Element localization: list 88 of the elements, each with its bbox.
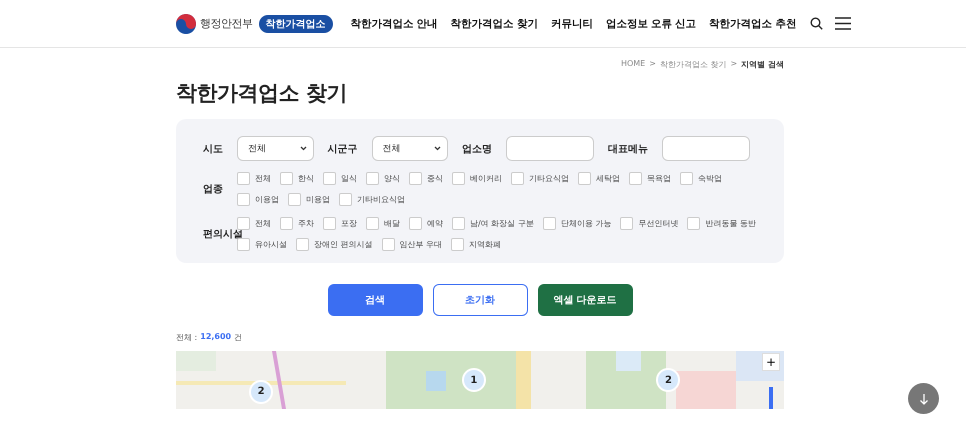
checkbox[interactable] <box>629 172 642 185</box>
checkbox[interactable] <box>288 193 301 206</box>
checkbox[interactable] <box>409 172 422 185</box>
nav-link[interactable]: 착한가격업소 추천 <box>709 16 796 30</box>
checkbox[interactable] <box>296 238 309 251</box>
checkbox[interactable] <box>323 172 336 185</box>
checkbox-label: 유아시설 <box>255 239 287 250</box>
checkbox[interactable] <box>366 172 379 185</box>
group-label: 업종 <box>203 183 224 196</box>
excel-download-button[interactable]: 엑셀 다운로드 <box>538 284 632 316</box>
chevron-icon <box>434 146 441 151</box>
breadcrumb-separator: > <box>730 59 738 70</box>
checkbox-label: 장애인 편의시설 <box>314 239 373 250</box>
checkbox[interactable] <box>237 238 250 251</box>
field-label: 대표메뉴 <box>608 142 648 156</box>
checkbox-label: 남/여 화장실 구분 <box>470 218 534 229</box>
checkbox-label: 기타비요식업 <box>357 194 405 205</box>
checkbox-label: 미용업 <box>306 194 330 205</box>
checkbox[interactable] <box>339 193 352 206</box>
checkbox-label: 반려동물 동반 <box>705 218 756 229</box>
checkbox-label: 숙박업 <box>698 173 722 184</box>
result-count: 12,600 <box>200 332 232 343</box>
checkbox-label: 전체 <box>255 173 271 184</box>
reset-button[interactable]: 초기화 <box>432 284 528 316</box>
checkbox[interactable] <box>409 217 422 230</box>
checkbox-label: 무선인터넷 <box>638 218 678 229</box>
select-field[interactable]: 전체 <box>372 136 448 161</box>
input-field[interactable] <box>662 136 750 161</box>
nav-link[interactable]: 착한가격업소 찾기 <box>450 16 538 30</box>
field-label: 시도 <box>203 142 223 156</box>
checkbox[interactable] <box>452 217 465 230</box>
breadcrumb-link[interactable]: 착한가격업소 찾기 <box>660 59 726 70</box>
checkbox[interactable] <box>451 238 464 251</box>
checkbox[interactable] <box>237 172 250 185</box>
checkbox[interactable] <box>680 172 693 185</box>
checkbox-label: 목욕업 <box>647 173 671 184</box>
checkbox-label: 일식 <box>341 173 357 184</box>
ministry-name: 행정안전부 <box>200 16 252 31</box>
input-field[interactable] <box>506 136 594 161</box>
count-unit: 건 <box>234 332 242 343</box>
breadcrumb-link[interactable]: 지역별 검색 <box>741 59 784 70</box>
checkbox-label: 중식 <box>427 173 443 184</box>
nav-link[interactable]: 착한가격업소 안내 <box>350 16 438 30</box>
chevron-icon <box>300 146 306 151</box>
menu-icon[interactable] <box>835 17 852 30</box>
checkbox[interactable] <box>323 217 336 230</box>
page-title: 착한가격업소 찾기 <box>176 80 348 107</box>
scroll-down-button[interactable] <box>908 383 939 414</box>
checkbox[interactable] <box>542 217 556 230</box>
checkbox-label: 세탁업 <box>596 173 620 184</box>
checkbox[interactable] <box>280 172 293 185</box>
zoom-in-button[interactable]: + <box>762 353 780 371</box>
checkbox[interactable] <box>237 217 250 230</box>
checkbox[interactable] <box>511 172 524 185</box>
breadcrumb-link[interactable]: HOME <box>620 59 646 70</box>
arrow-down-icon <box>918 392 928 404</box>
field-label: 업소명 <box>462 142 492 156</box>
checkbox[interactable] <box>687 217 700 230</box>
checkbox-label: 지역화폐 <box>469 239 502 250</box>
checkbox-label: 한식 <box>298 173 314 184</box>
checkbox-label: 전체 <box>255 218 271 229</box>
checkbox[interactable] <box>280 217 293 230</box>
search-button[interactable]: 검색 <box>328 284 422 316</box>
breadcrumb-separator: > <box>649 59 656 70</box>
checkbox[interactable] <box>366 217 379 230</box>
checkbox[interactable] <box>382 238 395 251</box>
checkbox-label: 양식 <box>384 173 400 184</box>
checkbox-label: 주차 <box>298 218 314 229</box>
checkbox[interactable] <box>578 172 591 185</box>
checkbox-label: 베이커리 <box>470 173 502 184</box>
select-field[interactable]: 전체 <box>237 136 314 161</box>
checkbox-label: 단체이용 가능 <box>560 218 612 229</box>
checkbox-label: 배달 <box>384 218 400 229</box>
nav-link[interactable]: 커뮤니티 <box>550 16 593 30</box>
field-label: 시군구 <box>328 142 358 156</box>
brand-badge[interactable]: 착한가격업소 <box>258 14 332 32</box>
count-label: 전체 : <box>176 332 198 343</box>
checkbox-label: 이용업 <box>255 194 279 205</box>
nav-link[interactable]: 업소정보 오류 신고 <box>606 16 696 30</box>
checkbox[interactable] <box>237 193 250 206</box>
checkbox[interactable] <box>620 217 634 230</box>
checkbox-label: 예약 <box>427 218 443 229</box>
checkbox-label: 임산부 우대 <box>400 239 442 250</box>
checkbox[interactable] <box>452 172 465 185</box>
checkbox-label: 기타요식업 <box>529 173 569 184</box>
emblem-icon <box>176 14 196 34</box>
search-icon[interactable] <box>810 17 824 30</box>
checkbox-label: 포장 <box>341 218 357 229</box>
